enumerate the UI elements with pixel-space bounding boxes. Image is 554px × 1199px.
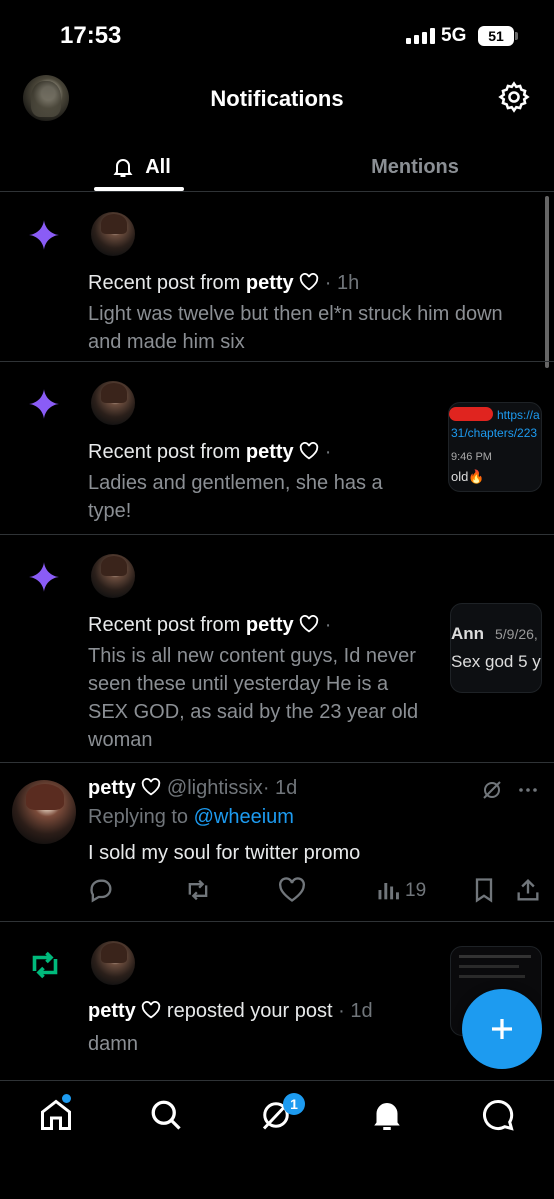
- views-count: 19: [405, 880, 427, 901]
- chat-icon[interactable]: [480, 1097, 516, 1133]
- battery-level: 51: [488, 28, 504, 44]
- tab-mentions[interactable]: Mentions: [330, 144, 500, 190]
- heart-icon: [300, 615, 319, 633]
- tweet-text: I sold my soul for twitter promo: [88, 842, 361, 864]
- battery-icon: 51: [478, 26, 518, 46]
- author-name[interactable]: petty: [246, 441, 294, 463]
- thumb-path: 31/chapters/223: [451, 426, 538, 440]
- notification-item-3[interactable]: Recent post from petty · This is all new…: [0, 535, 554, 762]
- signal-icon: [406, 28, 435, 44]
- thumb-name: Ann: [451, 624, 485, 643]
- reply-icon[interactable]: [87, 876, 115, 904]
- status-time: 17:53: [60, 22, 122, 49]
- heart-icon: [142, 778, 161, 796]
- bell-icon: [113, 159, 133, 177]
- tab-mentions-label: Mentions: [371, 155, 459, 178]
- notification-prefix: Recent post from: [88, 614, 241, 636]
- notification-time: ·: [324, 441, 332, 463]
- like-icon[interactable]: [278, 876, 306, 904]
- tweet-handle[interactable]: @lightissix: [167, 777, 263, 799]
- repost-author[interactable]: petty: [88, 1000, 136, 1022]
- search-icon[interactable]: [148, 1097, 184, 1133]
- post-thumbnail[interactable]: Ann 5/9/26, Sex god 5 y: [450, 603, 542, 693]
- tab-all-label: All: [145, 155, 171, 178]
- bookmark-icon[interactable]: [470, 876, 498, 904]
- author-name[interactable]: petty: [246, 272, 294, 294]
- more-options-icon[interactable]: [516, 778, 540, 802]
- thumb-date: 5/9/26,: [495, 626, 538, 642]
- home-notification-dot: [62, 1094, 71, 1103]
- heart-icon: [142, 1001, 161, 1019]
- notification-text: This is all new content guys, Id never s…: [88, 645, 419, 751]
- views-icon[interactable]: [375, 876, 403, 904]
- post-thumbnail[interactable]: https://a 31/chapters/223 9:46 PM old🔥: [448, 402, 542, 492]
- heart-icon: [300, 273, 319, 291]
- notification-time: · 1h: [324, 272, 360, 294]
- plus-icon: [492, 1019, 512, 1039]
- notification-item-1[interactable]: Recent post from petty · 1h Light was tw…: [0, 192, 554, 361]
- replying-to-prefix: Replying to: [88, 806, 189, 828]
- sparkle-icon: [29, 220, 59, 250]
- notification-prefix: Recent post from: [88, 441, 241, 463]
- repost-text: damn: [88, 1033, 139, 1055]
- repost-action: reposted your post: [166, 1000, 333, 1022]
- repost-icon: [32, 951, 58, 979]
- notification-time: ·: [324, 614, 332, 636]
- page-title: Notifications: [210, 86, 344, 111]
- sparkle-icon: [29, 389, 59, 419]
- thumb-snippet: old🔥: [451, 469, 485, 484]
- avatar[interactable]: [91, 554, 135, 598]
- compose-button[interactable]: [462, 989, 542, 1069]
- tab-all[interactable]: All: [96, 144, 186, 190]
- repost-time: · 1d: [338, 1000, 373, 1022]
- redaction-mark: [449, 407, 493, 421]
- replying-to-handle[interactable]: @wheeium: [194, 806, 294, 828]
- author-name[interactable]: petty: [246, 614, 294, 636]
- settings-gear-icon[interactable]: [497, 80, 531, 114]
- tweet-header: petty @lightissix· 1d: [88, 777, 297, 800]
- network-type: 5G: [441, 25, 467, 46]
- messages-badge: 1: [283, 1093, 305, 1115]
- heart-icon: [300, 442, 319, 460]
- tweet-time: · 1d: [262, 777, 298, 799]
- avatar[interactable]: [91, 212, 135, 256]
- sparkle-icon: [29, 562, 59, 592]
- notification-header: Recent post from petty ·: [88, 441, 331, 464]
- notification-prefix: Recent post from: [88, 272, 241, 294]
- thumb-time: 9:46 PM: [451, 451, 492, 463]
- notification-text: Ladies and gentlemen, she has a type!: [88, 472, 383, 522]
- repost-icon[interactable]: [184, 876, 212, 904]
- avatar[interactable]: [91, 381, 135, 425]
- notification-header: Recent post from petty · 1h: [88, 272, 359, 295]
- notifications-bell-icon[interactable]: [369, 1097, 405, 1133]
- avatar[interactable]: [91, 941, 135, 985]
- notification-text: Light was twelve but then el*n struck hi…: [88, 303, 503, 353]
- thumb-url: https://a: [497, 408, 540, 422]
- grok-slash-icon[interactable]: [480, 778, 504, 802]
- share-icon[interactable]: [514, 876, 542, 904]
- tweet-avatar[interactable]: [12, 780, 76, 844]
- repost-header: petty reposted your post · 1d: [88, 1000, 373, 1023]
- replying-to: Replying to @wheeium: [88, 806, 294, 829]
- notification-header: Recent post from petty ·: [88, 614, 331, 637]
- notification-item-2[interactable]: Recent post from petty · Ladies and gent…: [0, 362, 554, 534]
- thumb-snippet: Sex god 5 y: [451, 652, 541, 671]
- tweet-display-name[interactable]: petty: [88, 777, 136, 799]
